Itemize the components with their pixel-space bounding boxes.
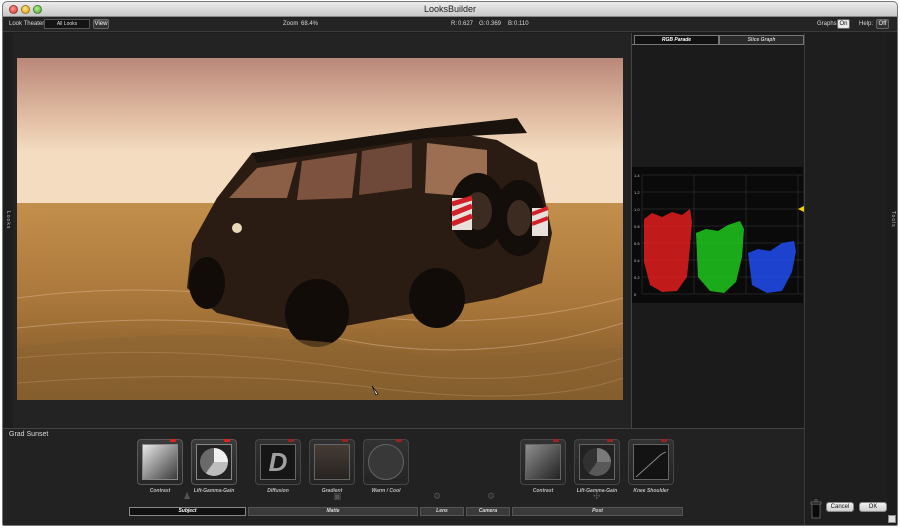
minimize-window-icon[interactable] [21, 5, 30, 14]
y-tick-label: 0 [634, 292, 637, 297]
image-viewer[interactable] [13, 33, 631, 428]
zoom-value: 68.4% [301, 21, 319, 27]
tool-label: Gradient [321, 488, 343, 494]
y-tick-label: 0.8 [634, 224, 640, 229]
contrast-gradient-icon [525, 444, 561, 480]
red-channel-trace [644, 209, 692, 292]
tool-lift-gamma-gain-subject[interactable] [191, 439, 237, 485]
window-title: LooksBuilder [423, 4, 477, 14]
active-indicator [607, 439, 613, 442]
toolbar: Look Theater: All Looks View Zoom 68.4% … [3, 17, 897, 32]
post-reel-icon: ✣ [593, 491, 601, 501]
active-indicator [342, 439, 348, 442]
camera-icon: ⚙ [487, 491, 496, 501]
subject-person-icon: ♟ [183, 491, 192, 501]
b-label: B: [508, 21, 514, 27]
category-post[interactable]: Post [512, 507, 683, 516]
parade-y-axis: 1.4 1.2 1.0 0.8 0.6 0.4 0.2 0 [634, 173, 640, 297]
category-subject[interactable]: Subject [129, 507, 246, 516]
graphs-toggle[interactable]: On [837, 19, 850, 29]
help-toggle[interactable]: Off [876, 19, 889, 29]
active-indicator [396, 439, 402, 442]
lift-gamma-gain-icon [579, 444, 615, 480]
look-theater-select[interactable]: All Looks [44, 19, 90, 29]
preview-image [17, 58, 623, 400]
tool-contrast-post[interactable] [520, 439, 566, 485]
tool-label: Contrast [149, 488, 171, 494]
cancel-button[interactable]: Cancel [826, 502, 854, 512]
r-value: 0.627 [458, 21, 474, 27]
y-tick-label: 1.2 [634, 190, 640, 195]
active-indicator [553, 439, 559, 442]
y-tick-label: 1.4 [634, 173, 640, 178]
category-lens[interactable]: Lens [420, 507, 464, 516]
knee-shoulder-icon [633, 444, 669, 480]
help-label: Help: [859, 21, 874, 27]
matte-camera-icon: ▣ [333, 491, 342, 501]
lens-camera-icon: ⚙ [433, 491, 442, 501]
tool-lift-gamma-gain-post[interactable] [574, 439, 620, 485]
view-button[interactable]: View [93, 19, 109, 29]
tool-diffusion[interactable]: D [255, 439, 301, 485]
active-indicator [288, 439, 294, 442]
r-label: R: [451, 21, 457, 27]
tool-label: Lift-Gamma-Gain [193, 488, 235, 494]
close-window-icon[interactable] [9, 5, 18, 14]
diffusion-icon: D [260, 444, 296, 480]
tool-label: Warm / Cool [371, 488, 401, 494]
blue-channel-trace [748, 241, 796, 293]
tools-side-tab[interactable]: Tools [887, 33, 897, 428]
zoom-label: Zoom [283, 21, 299, 27]
y-tick-label: 0.6 [634, 241, 640, 246]
tool-warm-cool[interactable] [363, 439, 409, 485]
b-value: 0.110 [514, 21, 529, 27]
tool-label: Knee Shoulder [633, 488, 669, 494]
tab-rgb-parade[interactable]: RGB Parade [634, 35, 719, 44]
look-name: Grad Sunset [9, 431, 49, 438]
rgb-parade-plot: 1.4 1.2 1.0 0.8 0.6 0.4 0.2 0 [634, 173, 803, 297]
warm-cool-icon [368, 444, 404, 480]
rgb-parade-graph: 1.4 1.2 1.0 0.8 0.6 0.4 0.2 0 [632, 167, 803, 303]
category-matte[interactable]: Matte [248, 507, 418, 516]
y-tick-label: 0.2 [634, 275, 640, 280]
active-indicator [170, 439, 176, 442]
tab-divider [632, 44, 804, 45]
active-indicator [661, 439, 667, 442]
tool-label: Diffusion [267, 488, 289, 494]
tools-tab-label: Tools [890, 211, 896, 228]
tool-gradient[interactable] [309, 439, 355, 485]
contrast-gradient-icon [142, 444, 178, 480]
g-label: G: [479, 21, 486, 27]
tab-slice-graph[interactable]: Slice Graph [719, 35, 804, 44]
app-window: LooksBuilder Look Theater: All Looks Vie… [2, 1, 898, 526]
tool-label: Contrast [532, 488, 554, 494]
green-channel-trace [696, 221, 744, 293]
title-bar: LooksBuilder [3, 2, 897, 17]
tool-contrast-subject[interactable] [137, 439, 183, 485]
looks-side-tab[interactable]: Looks [3, 33, 13, 428]
ok-button[interactable]: OK [859, 502, 887, 512]
active-indicator [224, 439, 230, 442]
looks-tab-label: Looks [5, 211, 11, 230]
tool-tray: Grad Sunset D Contrast Lift-Gamma-Gain D… [3, 428, 804, 525]
graphs-label: Graphs: [817, 21, 839, 27]
right-panel [804, 33, 887, 525]
lift-gamma-gain-icon [196, 444, 232, 480]
scopes-panel: RGB Parade Slice Graph 1.4 1.2 1.0 0.8 0… [631, 33, 804, 428]
look-theater-label: Look Theater: [9, 21, 46, 27]
resize-grip-icon[interactable] [888, 515, 896, 523]
tool-knee-shoulder[interactable] [628, 439, 674, 485]
g-value: 0.369 [486, 21, 502, 27]
preview-scene [17, 58, 623, 400]
trash-can-icon[interactable] [810, 499, 822, 519]
gradient-icon [314, 444, 350, 480]
y-tick-label: 0.4 [634, 258, 640, 263]
y-tick-label: 1.0 [634, 207, 640, 212]
zoom-window-icon[interactable] [33, 5, 42, 14]
category-camera[interactable]: Camera [466, 507, 510, 516]
